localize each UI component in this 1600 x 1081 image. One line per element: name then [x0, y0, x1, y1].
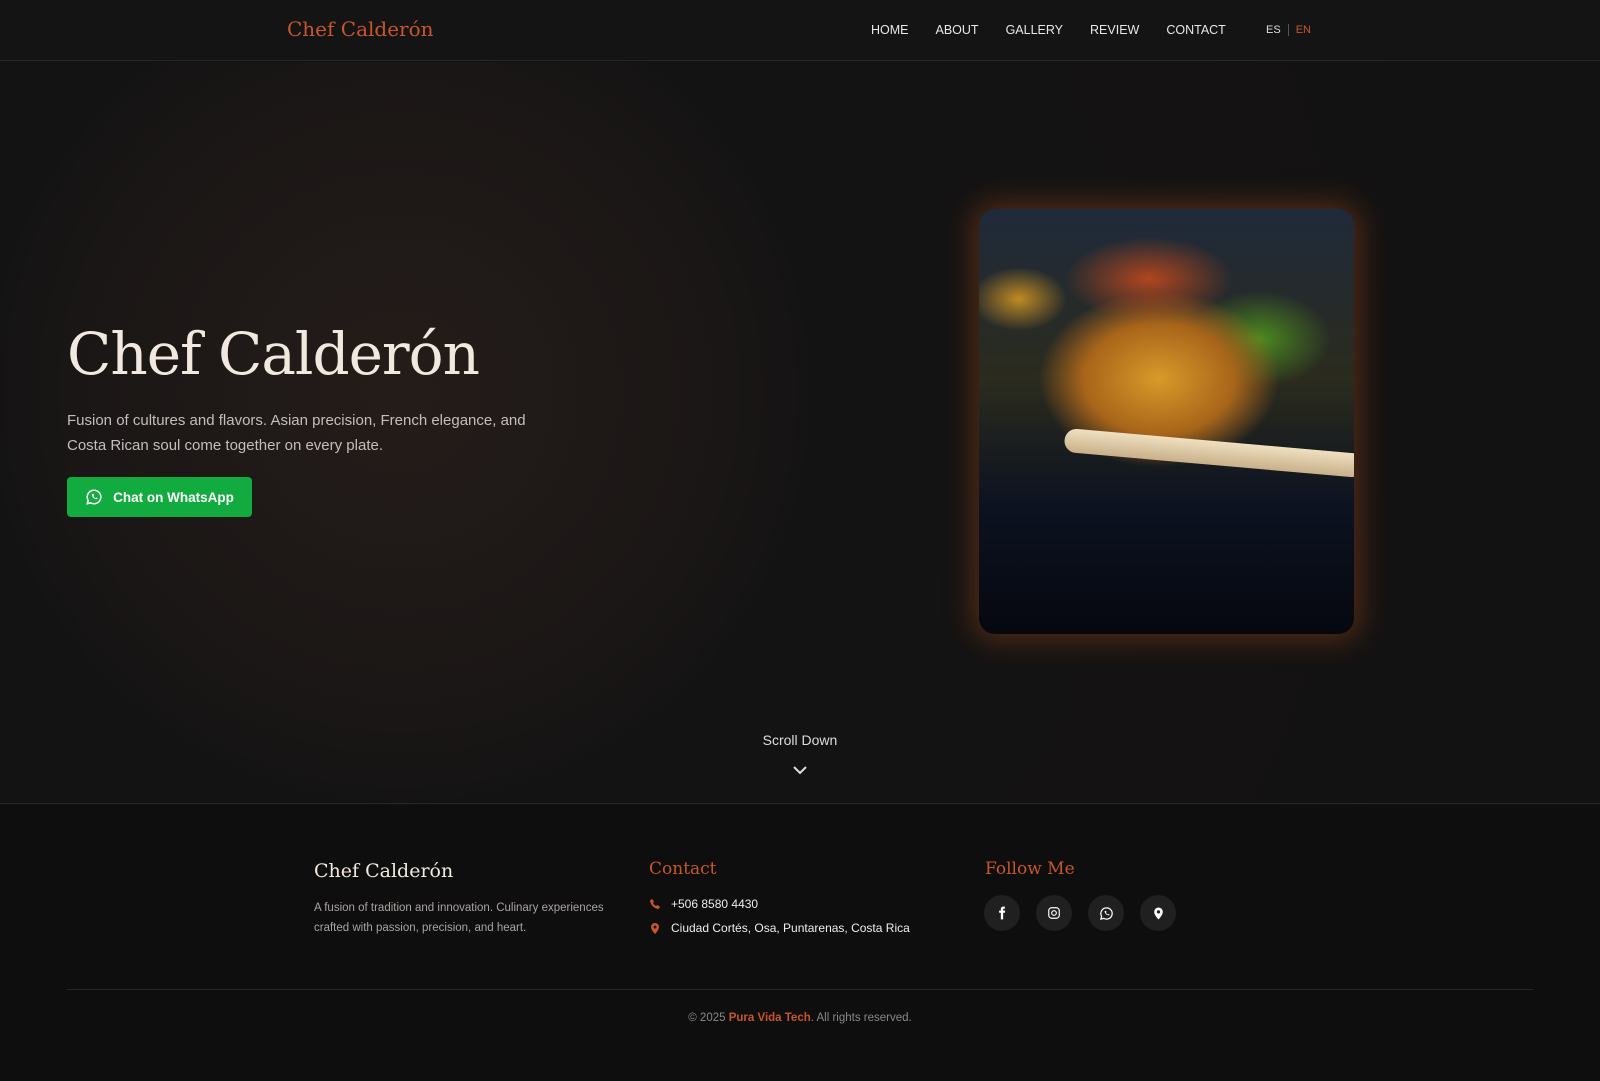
nav-menu: HOME ABOUT GALLERY REVIEW CONTACT [871, 23, 1226, 37]
instagram-link[interactable] [1036, 895, 1072, 931]
logo[interactable]: Chef Calderón [287, 17, 434, 41]
hero-section: Chef Calderón Fusion of cultures and fla… [0, 62, 1600, 804]
scroll-down-label[interactable]: Scroll Down [0, 732, 1600, 748]
footer: Chef Calderón A fusion of tradition and … [0, 805, 1600, 1081]
copyright-prefix: © 2025 [688, 1012, 729, 1024]
nav-gallery[interactable]: GALLERY [1006, 23, 1063, 37]
hero-title: Chef Calderón [67, 320, 480, 388]
copyright-suffix: . All rights reserved. [810, 1012, 912, 1024]
footer-brand: Chef Calderón [314, 860, 454, 882]
instagram-icon [1048, 907, 1060, 919]
language-switch: ES EN [1266, 24, 1311, 36]
contact-address[interactable]: Ciudad Cortés, Osa, Puntarenas, Costa Ri… [649, 921, 910, 935]
contact-heading: Contact [649, 859, 717, 879]
footer-divider [67, 989, 1533, 990]
divider [1287, 24, 1289, 36]
map-pin-icon [1153, 907, 1163, 919]
nav-contact[interactable]: CONTACT [1166, 23, 1226, 37]
phone-icon [650, 899, 660, 909]
lang-es[interactable]: ES [1266, 24, 1281, 36]
footer-description: A fusion of tradition and innovation. Cu… [314, 902, 604, 934]
chevron-down-icon[interactable] [792, 764, 808, 776]
whatsapp-icon [1099, 906, 1113, 920]
hero-food-image [979, 209, 1354, 634]
nav-about[interactable]: ABOUT [936, 23, 979, 37]
follow-heading: Follow Me [985, 859, 1075, 879]
whatsapp-button-label: Chat on WhatsApp [113, 489, 234, 505]
whatsapp-icon [86, 489, 102, 505]
contact-phone[interactable]: +506 8580 4430 [649, 897, 758, 911]
whatsapp-button[interactable]: Chat on WhatsApp [67, 477, 252, 517]
nav-home[interactable]: HOME [871, 23, 909, 37]
navbar: Chef Calderón HOME ABOUT GALLERY REVIEW … [0, 0, 1600, 61]
address: Ciudad Cortés, Osa, Puntarenas, Costa Ri… [671, 921, 910, 935]
facebook-icon [999, 906, 1006, 920]
company-link[interactable]: Pura Vida Tech [729, 1012, 811, 1024]
copyright: © 2025 Pura Vida Tech. All rights reserv… [0, 1012, 1600, 1024]
chopstick [1063, 427, 1354, 479]
nav-review[interactable]: REVIEW [1090, 23, 1139, 37]
hero-subtitle: Fusion of cultures and flavors. Asian pr… [67, 412, 526, 454]
location-link[interactable] [1140, 895, 1176, 931]
phone-number: +506 8580 4430 [671, 897, 759, 911]
facebook-link[interactable] [984, 895, 1020, 931]
location-icon [651, 922, 659, 934]
lang-en[interactable]: EN [1296, 24, 1311, 36]
whatsapp-link[interactable] [1088, 895, 1124, 931]
